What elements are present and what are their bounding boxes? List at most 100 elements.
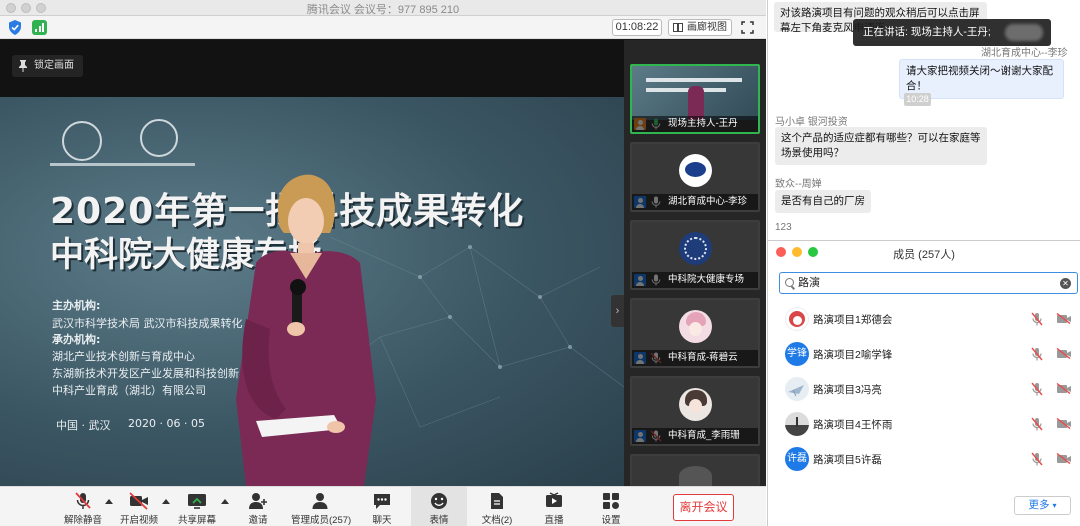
slide-undertaker-2: 东湖新技术开发区产业发展和科技创新 [52,367,239,380]
video-off-icon[interactable] [1056,313,1072,324]
meeting-toolbar: 解除静音 开启视频 共享屏幕 邀请 管理成员(257) 聊天 表情 文档(2) … [0,486,766,526]
unmute-button[interactable]: 解除静音 [62,487,104,526]
document-icon [491,493,503,509]
members-panel: 成员 (257人) 路演 ✕ 路演项目1郑德会 学锋 路演项目2喻学锋 路演项目… [767,240,1080,526]
search-icon [785,278,794,287]
invite-button[interactable]: 邀请 [240,487,276,526]
member-row[interactable]: 路演项目1郑德会 [768,302,1080,337]
mic-muted-icon [75,492,91,509]
manage-members-button[interactable]: 管理成员(257) [291,487,351,526]
share-screen-icon [188,494,206,509]
chat-sender: 致众--周婵 [775,179,822,190]
gallery-view-label: 画廊视图 [687,22,727,33]
mic-muted-icon[interactable] [1031,347,1043,361]
slide-logo-caption-right [120,163,195,166]
more-label: 更多 [1028,499,1050,511]
member-search-input[interactable]: 路演 ✕ [779,272,1078,294]
member-name: 路演项目3冯亮 [813,384,882,396]
video-off-icon[interactable] [1056,418,1072,429]
participant-avatar [679,154,712,187]
participant-name: 中科院大健康专场 [632,272,758,288]
settings-grid-icon [603,493,619,509]
documents-button[interactable]: 文档(2) [478,487,516,526]
share-options-caret-icon[interactable] [221,499,229,504]
chat-timestamp: 10:28 [904,93,931,106]
mic-muted-icon[interactable] [1031,417,1043,431]
participant-tile[interactable]: 中科院大健康专场 [630,220,760,290]
participant-strip: 现场主持人-王丹 湖北育成中心-李珍 中科院大健康专场 中科育成-蒋碧云 中科育… [624,40,766,486]
pin-icon [19,60,27,72]
member-avatar [785,377,809,401]
meeting-window: 腾讯会议 会议号：977 895 210 01:08:22 画廊视图 锁定画面 [0,0,766,526]
participant-tile[interactable]: 中科育成-蒋碧云 [630,298,760,368]
settings-label: 设置 [601,515,621,526]
member-row[interactable]: 路演项目3冯亮 [768,372,1080,407]
host-video-figure [236,174,376,486]
host-thumbnail [632,66,758,120]
chat-sender: 123 [775,222,792,233]
chevron-down-icon: ▾ [1052,501,1057,510]
video-off-icon[interactable] [1056,348,1072,359]
start-video-button[interactable]: 开启视频 [118,487,160,526]
speaking-indicator: 正在讲话: 现场主持人-王丹; [853,19,1051,46]
invite-label: 邀请 [248,515,268,526]
unmute-label: 解除静音 [63,515,102,526]
meeting-top-bar: 01:08:22 画廊视图 [0,16,766,39]
leave-meeting-button[interactable]: 离开会议 [673,494,734,521]
member-row[interactable]: 许磊 路演项目5许磊 [768,442,1080,477]
member-row[interactable]: 学锋 路演项目2喻学锋 [768,337,1080,372]
mic-muted-icon[interactable] [1031,452,1043,466]
lock-view-label: 锁定画面 [34,60,74,71]
fullscreen-icon[interactable] [741,21,754,34]
slide-location: 中国 · 武汉 [56,419,111,432]
chat-button[interactable]: 聊天 [364,487,400,526]
start-video-label: 开启视频 [119,515,158,526]
video-options-caret-icon[interactable] [162,499,170,504]
slide-logo-caption-left [50,163,120,166]
video-off-icon[interactable] [1056,453,1072,464]
security-shield-icon[interactable] [8,20,22,35]
participant-tile[interactable]: 湖北育成中心-李珍 [630,142,760,212]
participant-name: 中科育成-蒋碧云 [632,350,758,366]
members-title: 成员 (257人) [893,249,955,261]
participant-tile-partial[interactable] [630,454,760,486]
member-avatar [785,307,809,331]
settings-button[interactable]: 设置 [594,487,628,526]
slide-undertaker-1: 湖北产业技术创新与育成中心 [52,350,195,363]
chat-icon [374,494,390,509]
chat-message: 这个产品的适应症都有哪些？可以在家庭等场景使用吗？ [775,127,987,165]
lock-view-button[interactable]: 锁定画面 [12,55,83,77]
chat-sender: 马小卓 银河投资 [775,117,848,128]
participant-tile[interactable]: 中科育成_李雨珊 [630,376,760,446]
meeting-timer: 01:08:22 [612,19,662,36]
audio-options-caret-icon[interactable] [105,499,113,504]
live-stream-icon [546,492,562,507]
gallery-view-button[interactable]: 画廊视图 [668,19,732,36]
participant-name: 湖北育成中心-李珍 [632,194,758,210]
more-button[interactable]: 更多 ▾ [1014,496,1071,515]
slide-organizers: 武汉市科学技术局 武汉市科技成果转化 [52,317,243,330]
documents-label: 文档(2) [481,515,513,526]
share-screen-button[interactable]: 共享屏幕 [176,487,218,526]
participant-name: 中科育成_李雨珊 [632,428,758,444]
participant-tile-host[interactable]: 现场主持人-王丹 [630,64,760,134]
mic-muted-icon[interactable] [1031,312,1043,326]
participant-avatar [679,388,712,421]
member-row[interactable]: 路演项目4王怀雨 [768,407,1080,442]
member-avatar [785,412,809,436]
video-off-icon[interactable] [1056,383,1072,394]
live-stream-button[interactable]: 直播 [537,487,571,526]
network-signal-icon[interactable] [32,20,47,35]
participant-avatar [679,232,712,265]
member-avatar: 学锋 [785,342,809,366]
expand-strip-arrow-icon[interactable]: › [611,295,624,327]
main-video-area[interactable]: 锁定画面 2020年第一批科技成果转化 中科院大健 [0,40,624,486]
mic-muted-icon[interactable] [1031,382,1043,396]
emoji-button[interactable]: 表情 [411,487,467,526]
video-off-icon [129,492,148,510]
member-name: 路演项目5许磊 [813,454,882,466]
share-screen-label: 共享屏幕 [177,515,216,526]
add-user-icon [249,493,267,509]
gallery-grid-icon [673,23,683,32]
clear-search-icon[interactable]: ✕ [1060,278,1071,289]
